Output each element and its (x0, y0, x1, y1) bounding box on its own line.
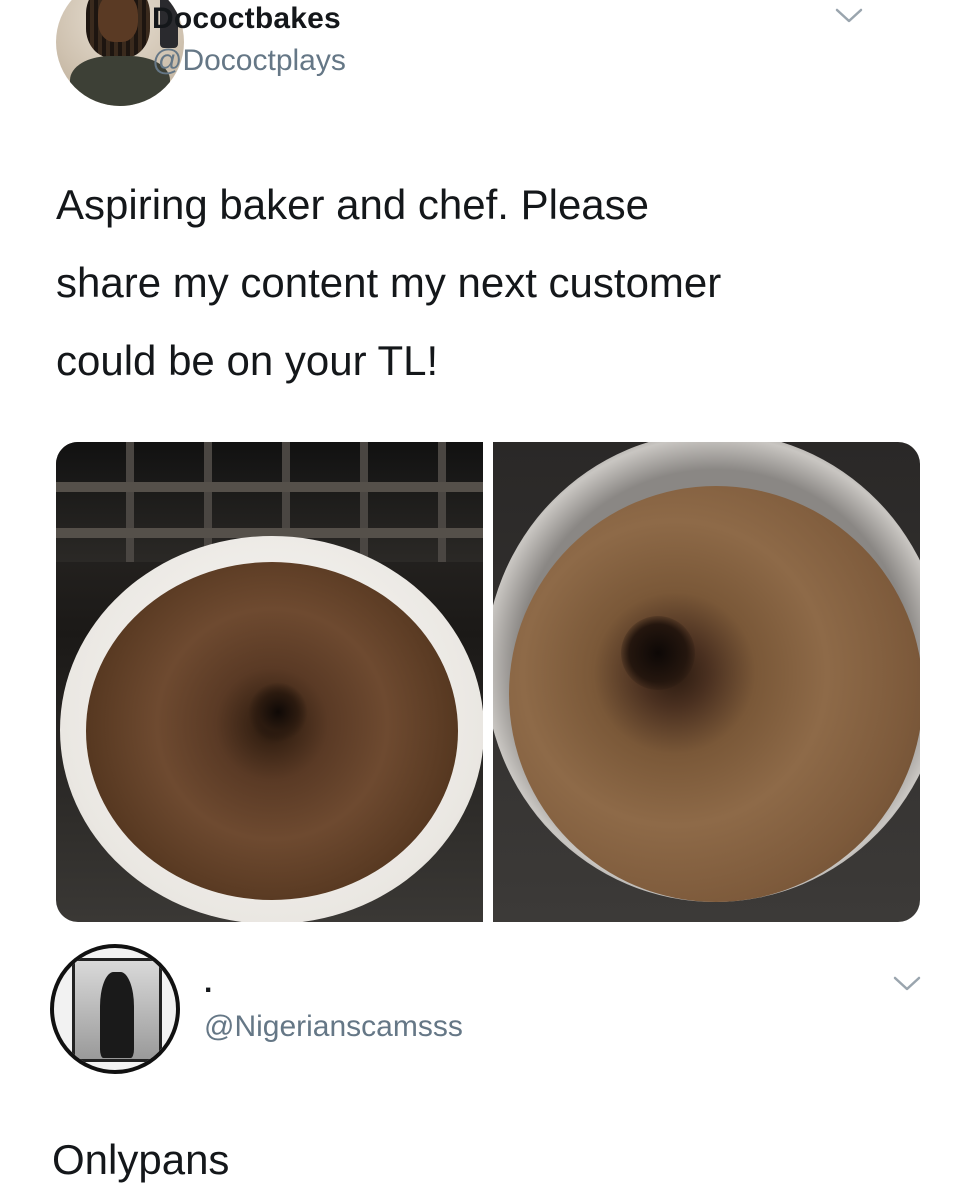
avatar-figure (100, 972, 134, 1058)
pan-center (621, 616, 695, 690)
cake-ramekin-photo[interactable] (56, 442, 483, 922)
reply-avatar[interactable] (50, 944, 180, 1074)
reply-display-name[interactable]: . (204, 966, 212, 1000)
pan-photo[interactable] (493, 442, 920, 922)
chevron-down-icon[interactable] (834, 6, 864, 26)
user-handle[interactable]: @Dococtplays (152, 44, 346, 78)
chevron-down-icon[interactable] (892, 974, 922, 994)
display-name[interactable]: Dococtbakes (152, 2, 341, 36)
tweet-text: Aspiring baker and chef. Please share my… (56, 181, 722, 384)
grate-bar (56, 482, 483, 492)
cake-center (248, 682, 308, 742)
reply-user-handle[interactable]: @Nigerianscamsss (204, 1010, 463, 1044)
avatar-face (98, 0, 138, 42)
reply-text: Onlypans (52, 1136, 230, 1183)
tweet-screenshot: Dococtbakes @Dococtplays Aspiring baker … (0, 0, 964, 1200)
tweet-media-grid[interactable] (56, 442, 920, 922)
pan-contents (509, 486, 920, 902)
